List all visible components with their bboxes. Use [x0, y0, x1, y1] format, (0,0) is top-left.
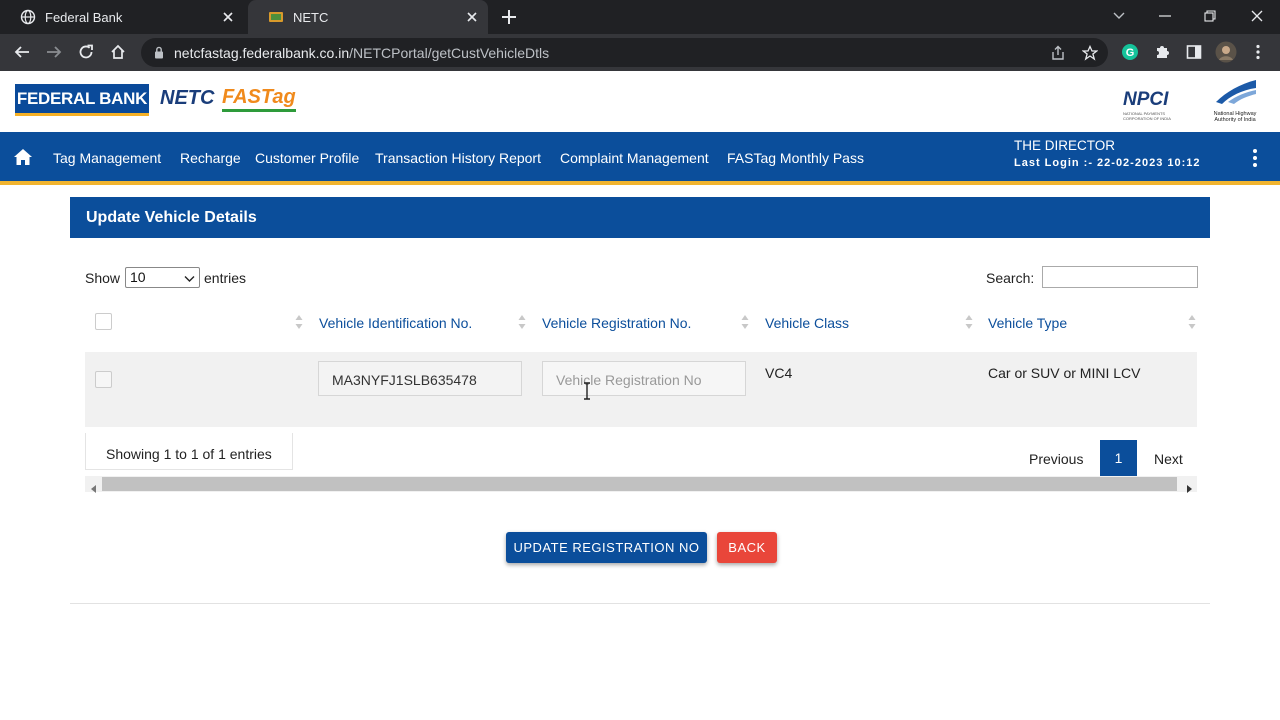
nav-recharge[interactable]: Recharge — [180, 150, 241, 166]
npci-tagline: NATIONAL PAYMENTS CORPORATION OF INDIA — [1123, 111, 1171, 121]
tab-title: Federal Bank — [45, 9, 123, 25]
vehicle-class-cell: VC4 — [765, 365, 793, 381]
svg-text:G: G — [1126, 47, 1135, 59]
table-info: Showing 1 to 1 of 1 entries — [85, 433, 293, 470]
sort-icon[interactable] — [741, 314, 749, 330]
reload-icon[interactable] — [76, 42, 96, 62]
chrome-menu-kebab-icon[interactable] — [1248, 42, 1268, 62]
scrollbar-thumb[interactable] — [102, 477, 1177, 491]
sort-icon[interactable] — [295, 314, 303, 330]
panel-bottom-divider — [70, 603, 1210, 604]
close-tab-icon[interactable] — [464, 9, 480, 25]
nhai-road-icon — [1216, 80, 1256, 104]
site-header: FEDERAL BANK NETC FASTag NPCI NATIONAL P… — [0, 71, 1280, 132]
sort-icon[interactable] — [1188, 314, 1196, 330]
entries-per-page-value: 10 — [130, 269, 146, 285]
nhai-caption: National Highway Authority of India — [1213, 111, 1257, 123]
home-icon[interactable] — [108, 42, 128, 62]
fastag-logo: FASTag — [222, 85, 296, 112]
share-icon[interactable] — [1049, 44, 1067, 62]
fastag-favicon-icon — [268, 9, 284, 25]
browser-toolbar: netcfastag.federalbank.co.in/NETCPortal/… — [0, 34, 1280, 71]
nav-transaction-history-report[interactable]: Transaction History Report — [375, 150, 541, 166]
chevron-down-icon — [184, 271, 195, 287]
side-panel-icon[interactable] — [1184, 42, 1204, 62]
select-all-checkbox[interactable] — [95, 313, 112, 330]
scroll-right-arrow-icon[interactable] — [1185, 480, 1193, 493]
length-prefix: Show — [85, 270, 121, 286]
search-input[interactable] — [1042, 266, 1198, 288]
home-icon[interactable] — [13, 148, 33, 166]
close-window-icon[interactable] — [1247, 6, 1267, 26]
column-header-vehicle-type[interactable]: Vehicle Type — [988, 315, 1067, 331]
minimize-window-icon[interactable] — [1155, 6, 1175, 26]
text-cursor-icon — [582, 382, 592, 400]
nhai-logo: National Highway Authority of India — [1210, 76, 1260, 128]
browser-tab-netc[interactable]: NETC — [248, 0, 488, 34]
restore-window-icon[interactable] — [1200, 6, 1220, 26]
nav-fastag-monthly-pass[interactable]: FASTag Monthly Pass — [727, 150, 864, 166]
netc-logo: NETC — [160, 87, 215, 109]
federal-bank-logo[interactable]: FEDERAL BANK — [15, 84, 149, 116]
panel-title: Update Vehicle Details — [70, 197, 1210, 238]
browser-tab-federal-bank[interactable]: Federal Bank — [0, 0, 244, 34]
forward-arrow-icon[interactable] — [44, 42, 64, 62]
more-menu-kebab-icon[interactable] — [1249, 148, 1261, 168]
column-header-vehicle-class[interactable]: Vehicle Class — [765, 315, 849, 331]
user-name: THE DIRECTOR — [1014, 138, 1116, 153]
url-text: netcfastag.federalbank.co.in/NETCPortal/… — [174, 45, 550, 61]
nav-complaint-management[interactable]: Complaint Management — [560, 150, 709, 166]
globe-icon — [20, 9, 36, 25]
vin-field[interactable]: MA3NYFJ1SLB635478 — [318, 361, 522, 396]
tab-title: NETC — [293, 9, 329, 25]
search-label: Search: — [986, 270, 1035, 286]
registration-no-input[interactable]: Vehicle Registration No — [542, 361, 746, 396]
column-header-vin[interactable]: Vehicle Identification No. — [319, 315, 472, 331]
back-button[interactable]: BACK — [717, 532, 777, 563]
update-registration-button[interactable]: UPDATE REGISTRATION NO — [506, 532, 707, 563]
bookmark-star-icon[interactable] — [1081, 44, 1099, 62]
npci-logo: NPCI — [1123, 89, 1169, 110]
pagination-previous[interactable]: Previous — [1029, 451, 1083, 467]
close-tab-icon[interactable] — [220, 9, 236, 25]
new-tab-plus-icon[interactable] — [500, 8, 518, 26]
row-checkbox[interactable] — [95, 371, 112, 388]
pagination-page-1[interactable]: 1 — [1100, 440, 1137, 476]
horizontal-scrollbar[interactable] — [85, 476, 1197, 493]
nav-tag-management[interactable]: Tag Management — [53, 150, 161, 166]
column-header-registration-no[interactable]: Vehicle Registration No. — [542, 315, 691, 331]
tab-search-chevron-icon[interactable] — [1109, 6, 1129, 26]
last-login: Last Login :- 22-02-2023 10:12 — [1014, 157, 1201, 169]
grammarly-extension-icon[interactable]: G — [1120, 42, 1140, 62]
lock-icon[interactable] — [154, 46, 164, 64]
address-bar[interactable]: netcfastag.federalbank.co.in/NETCPortal/… — [141, 38, 1108, 67]
length-suffix: entries — [204, 270, 247, 286]
vehicle-type-cell: Car or SUV or MINI LCV — [988, 365, 1141, 381]
pagination-next[interactable]: Next — [1154, 451, 1183, 467]
main-navbar: Tag Management Recharge Customer Profile… — [0, 132, 1280, 185]
back-arrow-icon[interactable] — [12, 42, 32, 62]
scroll-left-arrow-icon[interactable] — [90, 480, 98, 493]
profile-avatar[interactable] — [1215, 41, 1237, 63]
extensions-puzzle-icon[interactable] — [1152, 42, 1172, 62]
sort-icon[interactable] — [965, 314, 973, 330]
nav-customer-profile[interactable]: Customer Profile — [255, 150, 359, 166]
browser-tab-bar: Federal Bank NETC — [0, 0, 1280, 34]
sort-icon[interactable] — [518, 314, 526, 330]
entries-per-page-select[interactable]: 10 — [125, 267, 200, 288]
